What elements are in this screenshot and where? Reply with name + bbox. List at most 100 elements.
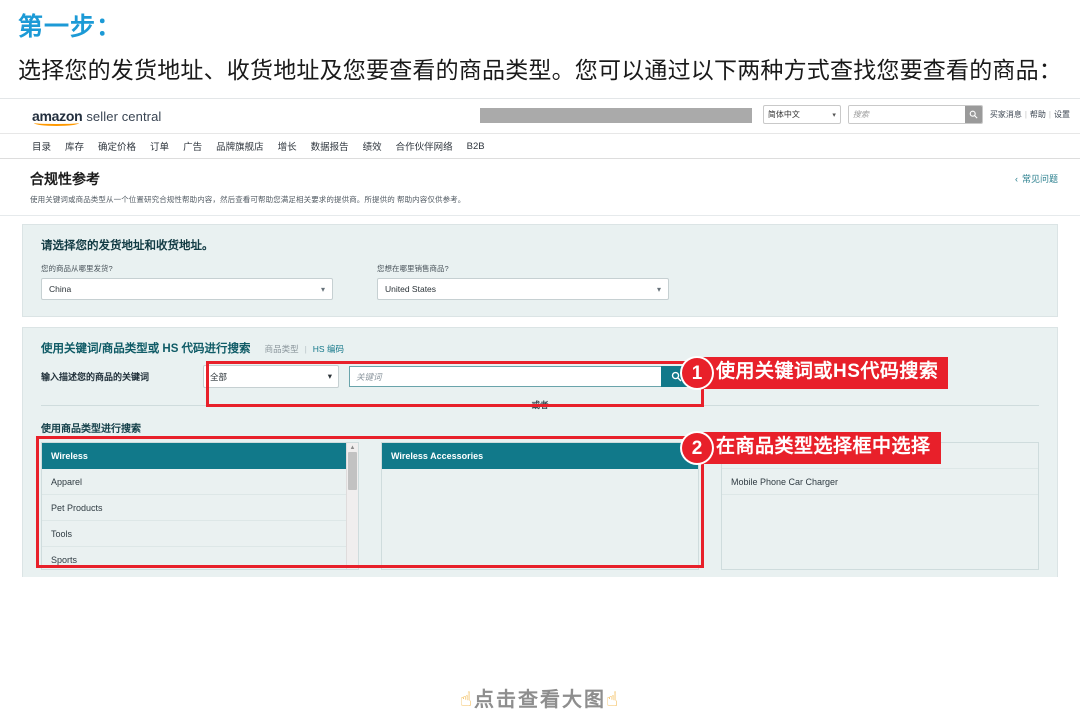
category-item-label: Wireless Accessories xyxy=(391,451,483,461)
sell-to-field: 您想在哪里销售商品? United States ▾ xyxy=(377,263,669,300)
page-subtitle: 使用关键词或商品类型从一个位置研究合规性帮助内容，然后查看可帮助您满足相关要求的… xyxy=(30,194,1050,205)
seller-central-screenshot: amazon seller central 简体中文 ▾ 买家消息 | xyxy=(0,98,1080,577)
category-item-label: Tools xyxy=(51,529,72,539)
divider-line xyxy=(559,405,1040,406)
annotation-text: 在商品类型选择框中选择 xyxy=(698,432,941,464)
header-search-input[interactable] xyxy=(849,106,965,123)
address-panel-title: 请选择您的发货地址和收货地址。 xyxy=(41,237,1039,253)
amazon-wordmark: amazon xyxy=(32,108,82,124)
annotation-number: 2 xyxy=(682,433,712,463)
chevron-left-icon: ‹ xyxy=(1015,174,1018,184)
chevron-down-icon: ▾ xyxy=(657,285,661,294)
chevron-down-icon: ▾ xyxy=(321,285,325,294)
header-links: 买家消息 | 帮助 | 设置 xyxy=(990,109,1070,120)
category-column-2[interactable]: Wireless Accessories › xyxy=(381,442,699,570)
ship-from-label: 您的商品从哪里发货? xyxy=(41,263,333,274)
faq-label: 常见问题 xyxy=(1022,172,1058,185)
seller-central-wordmark: seller central xyxy=(86,109,161,124)
divider: | xyxy=(305,344,307,354)
redacted-account-bar xyxy=(480,108,752,123)
step-title: 第一步： xyxy=(18,14,1062,42)
nav-item-brand-store[interactable]: 品牌旗舰店 xyxy=(216,139,264,153)
category-item-label: Pet Products xyxy=(51,503,103,513)
pointing-hand-icon-right: ☝ xyxy=(606,689,620,711)
seller-central-header: amazon seller central 简体中文 ▾ 买家消息 | xyxy=(0,99,1080,134)
category-item[interactable]: Apparel › xyxy=(42,469,358,495)
annotation-badge-2: 2 在商品类型选择框中选择 xyxy=(682,432,941,464)
header-search-button[interactable] xyxy=(965,106,982,123)
category-item-label: Sports xyxy=(51,555,77,565)
nav-item-performance[interactable]: 绩效 xyxy=(363,139,382,153)
sell-to-label: 您想在哪里销售商品? xyxy=(377,263,669,274)
category-item[interactable]: Sports › xyxy=(42,547,358,570)
search-scope-value: 全部 xyxy=(210,371,227,383)
keyword-label: 输入描述您的商品的关键词 xyxy=(41,370,193,383)
step-description: 选择您的发货地址、收货地址及您要查看的商品类型。您可以通过以下两种方式查找您要查… xyxy=(18,54,1062,87)
nav-item-pricing[interactable]: 确定价格 xyxy=(98,139,136,153)
scroll-up-icon[interactable]: ▲ xyxy=(347,443,358,452)
ship-from-select[interactable]: China ▾ xyxy=(41,278,333,300)
annotation-number: 1 xyxy=(682,358,712,388)
category-item[interactable]: Wireless Accessories › xyxy=(382,443,698,469)
nav-item-growth[interactable]: 增长 xyxy=(278,139,297,153)
header-right-controls: 简体中文 ▾ 买家消息 | 帮助 | 设置 xyxy=(763,105,1070,124)
annotation-text: 使用关键词或HS代码搜索 xyxy=(698,357,948,389)
tab-hs-code[interactable]: HS 编码 xyxy=(313,343,344,355)
header-link-messages[interactable]: 买家消息 xyxy=(990,109,1022,120)
nav-item-advertising[interactable]: 广告 xyxy=(183,139,202,153)
page-header: 合规性参考 使用关键词或商品类型从一个位置研究合规性帮助内容，然后查看可帮助您满… xyxy=(0,159,1080,216)
tab-product-type[interactable]: 商品类型 xyxy=(265,343,299,355)
search-icon xyxy=(671,371,682,382)
ship-from-field: 您的商品从哪里发货? China ▾ xyxy=(41,263,333,300)
search-panel-title: 使用关键词/商品类型或 HS 代码进行搜索 xyxy=(41,340,251,356)
keyword-input-group xyxy=(349,366,691,387)
divider: | xyxy=(1049,110,1051,119)
ship-from-value: China xyxy=(49,284,71,294)
faq-link[interactable]: ‹ 常见问题 xyxy=(1015,172,1058,185)
instruction-block: 第一步： 选择您的发货地址、收货地址及您要查看的商品类型。您可以通过以下两种方式… xyxy=(0,0,1080,86)
language-select[interactable]: 简体中文 ▾ xyxy=(763,105,841,124)
address-panel: 请选择您的发货地址和收货地址。 您的商品从哪里发货? China ▾ 您想在哪里… xyxy=(22,224,1058,317)
nav-item-b2b[interactable]: B2B xyxy=(467,141,485,152)
category-item[interactable]: Wireless › xyxy=(42,443,358,469)
annotation-badge-1: 1 使用关键词或HS代码搜索 xyxy=(682,357,948,389)
or-label: 或者 xyxy=(522,399,559,411)
or-divider: 或者 xyxy=(41,399,1039,411)
category-item-label: Apparel xyxy=(51,477,82,487)
search-panel-header: 使用关键词/商品类型或 HS 代码进行搜索 商品类型 | HS 编码 xyxy=(41,340,1039,356)
chevron-down-icon: ▾ xyxy=(832,111,836,119)
category-item-label: Mobile Phone Car Charger xyxy=(731,477,838,487)
nav-item-inventory[interactable]: 库存 xyxy=(65,139,84,153)
header-search[interactable] xyxy=(848,105,983,124)
divider-line xyxy=(41,405,522,406)
sell-to-select[interactable]: United States ▾ xyxy=(377,278,669,300)
search-scope-select[interactable]: 全部 ▾ xyxy=(203,365,339,388)
sell-to-value: United States xyxy=(385,284,436,294)
scrollbar-thumb[interactable] xyxy=(348,452,357,490)
category-item-label: Wireless xyxy=(51,451,88,461)
nav-item-reports[interactable]: 数据报告 xyxy=(311,139,349,153)
divider: | xyxy=(1025,110,1027,119)
view-larger-caption[interactable]: ☝点击查看大图☝ xyxy=(0,683,1080,712)
amazon-seller-central-logo[interactable]: amazon seller central xyxy=(32,108,161,124)
page-title: 合规性参考 xyxy=(30,169,1050,189)
language-value: 简体中文 xyxy=(768,109,800,120)
search-icon xyxy=(969,110,978,119)
address-fields: 您的商品从哪里发货? China ▾ 您想在哪里销售商品? United Sta… xyxy=(41,263,1039,300)
category-item[interactable]: Mobile Phone Car Charger xyxy=(722,469,1038,495)
header-link-settings[interactable]: 设置 xyxy=(1054,109,1070,120)
nav-item-catalog[interactable]: 目录 xyxy=(32,139,51,153)
category-item[interactable]: Tools › xyxy=(42,521,358,547)
primary-nav: 目录 库存 确定价格 订单 广告 品牌旗舰店 增长 数据报告 绩效 合作伙伴网络… xyxy=(0,134,1080,159)
category-column-1[interactable]: Wireless › Apparel › Pet Products › Tool… xyxy=(41,442,359,570)
nav-item-partner-network[interactable]: 合作伙伴网络 xyxy=(396,139,453,153)
header-link-help[interactable]: 帮助 xyxy=(1030,109,1046,120)
category-item[interactable]: Pet Products › xyxy=(42,495,358,521)
keyword-input[interactable] xyxy=(349,366,661,387)
compliance-tool-body: 请选择您的发货地址和收货地址。 您的商品从哪里发货? China ▾ 您想在哪里… xyxy=(0,216,1080,577)
caption-text: 点击查看大图 xyxy=(474,689,606,711)
pointing-hand-icon-left: ☝ xyxy=(460,689,474,711)
category-column-scrollbar[interactable]: ▲ xyxy=(346,443,358,569)
nav-item-orders[interactable]: 订单 xyxy=(150,139,169,153)
search-mode-tabs: 商品类型 | HS 编码 xyxy=(265,343,344,355)
